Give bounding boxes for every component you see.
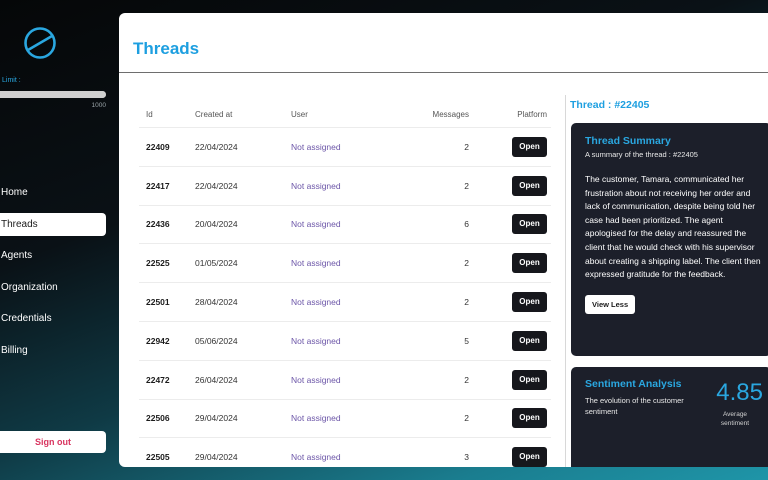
cell-id: 22505 — [146, 452, 170, 463]
cell-platform: Open — [469, 292, 551, 313]
cell-platform: Open — [469, 136, 551, 157]
cell-messages: 2 — [464, 180, 469, 191]
open-button[interactable]: Open — [512, 136, 547, 157]
panel-divider — [565, 95, 566, 467]
limit-progress-fill — [0, 91, 106, 98]
cell-user: Not assigned — [291, 452, 341, 463]
sign-out-button[interactable]: Sign out — [0, 431, 106, 453]
thread-detail-title: Thread : #22405 — [570, 99, 650, 111]
cell-user: Not assigned — [291, 258, 341, 269]
table-row[interactable]: 22501 28/04/2024 Not assigned 2 Open — [139, 283, 551, 322]
cell-platform: Open — [469, 175, 551, 196]
cell-messages: 5 — [464, 335, 469, 346]
cell-messages: 2 — [464, 141, 469, 152]
limit-max-value: 1000 — [91, 102, 106, 109]
cell-platform: Open — [469, 253, 551, 274]
cell-messages: 2 — [464, 258, 469, 269]
cell-created: 01/05/2024 — [195, 258, 238, 269]
table-row[interactable]: 22942 05/06/2024 Not assigned 5 Open — [139, 322, 551, 361]
cell-platform: Open — [469, 369, 551, 390]
cell-messages: 2 — [464, 413, 469, 424]
sidebar-item-home[interactable]: Home — [0, 181, 106, 204]
limit-label: Limit : — [2, 77, 21, 84]
cell-platform: Open — [469, 447, 551, 467]
main-panel: Threads Id Created at User Messages Plat… — [119, 13, 768, 467]
table-row[interactable]: 22506 29/04/2024 Not assigned 2 Open — [139, 400, 551, 439]
cell-created: 28/04/2024 — [195, 297, 238, 308]
cell-user: Not assigned — [291, 141, 341, 152]
cell-created: 22/04/2024 — [195, 141, 238, 152]
page-header: Threads — [119, 13, 768, 73]
cell-created: 20/04/2024 — [195, 219, 238, 230]
cell-id: 22436 — [146, 219, 170, 230]
cell-user: Not assigned — [291, 413, 341, 424]
table-row[interactable]: 22436 20/04/2024 Not assigned 6 Open — [139, 206, 551, 245]
sidebar: Limit : 1000 Home Threads Agents Organiz… — [0, 0, 118, 480]
cell-platform: Open — [469, 214, 551, 235]
table-row[interactable]: 22472 26/04/2024 Not assigned 2 Open — [139, 361, 551, 400]
table-row[interactable]: 22417 22/04/2024 Not assigned 2 Open — [139, 167, 551, 206]
thread-summary-card: Thread Summary A summary of the thread :… — [571, 123, 768, 356]
cell-created: 29/04/2024 — [195, 452, 238, 463]
threads-table: Id Created at User Messages Platform 224… — [139, 102, 551, 467]
cell-id: 22506 — [146, 413, 170, 424]
cell-messages: 2 — [464, 297, 469, 308]
table-row[interactable]: 22409 22/04/2024 Not assigned 2 Open — [139, 128, 551, 167]
column-header-created[interactable]: Created at — [195, 110, 291, 119]
cell-id: 22501 — [146, 297, 170, 308]
open-button[interactable]: Open — [512, 253, 547, 274]
limit-progress-bar — [0, 91, 106, 98]
cell-id: 22472 — [146, 374, 170, 385]
cell-messages: 2 — [464, 374, 469, 385]
column-header-messages[interactable]: Messages — [383, 110, 469, 119]
sidebar-item-credentials[interactable]: Credentials — [0, 307, 106, 330]
thread-summary-subtitle: A summary of the thread : #22405 — [585, 150, 698, 159]
cell-created: 05/06/2024 — [195, 335, 238, 346]
sidebar-item-billing[interactable]: Billing — [0, 339, 106, 362]
thread-summary-text: The customer, Tamara, communicated her f… — [585, 174, 761, 280]
sidebar-item-agents[interactable]: Agents — [0, 244, 106, 267]
table-row[interactable]: 22505 29/04/2024 Not assigned 3 Open — [139, 438, 551, 467]
cell-id: 22942 — [146, 335, 170, 346]
cell-platform: Open — [469, 330, 551, 351]
open-button[interactable]: Open — [512, 369, 547, 390]
cell-created: 22/04/2024 — [195, 180, 238, 191]
sidebar-item-organization[interactable]: Organization — [0, 276, 106, 299]
sentiment-analysis-card: Sentiment Analysis The evolution of the … — [571, 367, 768, 467]
cell-id: 22525 — [146, 258, 170, 269]
cell-id: 22417 — [146, 180, 170, 191]
table-body: 22409 22/04/2024 Not assigned 2 Open 22417 22/… — [139, 128, 551, 467]
open-button[interactable]: Open — [512, 330, 547, 351]
open-button[interactable]: Open — [512, 214, 547, 235]
sidebar-nav: Home Threads Agents Organization Credent… — [0, 181, 106, 370]
cell-user: Not assigned — [291, 297, 341, 308]
cell-messages: 6 — [464, 219, 469, 230]
page-title: Threads — [133, 39, 200, 58]
column-header-user[interactable]: User — [291, 110, 383, 119]
cell-id: 22409 — [146, 141, 170, 152]
open-button[interactable]: Open — [512, 175, 547, 196]
cell-user: Not assigned — [291, 219, 341, 230]
open-button[interactable]: Open — [512, 292, 547, 313]
cell-user: Not assigned — [291, 374, 341, 385]
table-header: Id Created at User Messages Platform — [139, 102, 551, 128]
sentiment-value: 4.85 — [716, 379, 763, 406]
open-button[interactable]: Open — [512, 408, 547, 429]
thread-summary-title: Thread Summary — [585, 135, 671, 147]
column-header-platform[interactable]: Platform — [469, 110, 551, 119]
cell-user: Not assigned — [291, 180, 341, 191]
sentiment-description: The evolution of the customer sentiment — [585, 396, 684, 416]
cell-created: 26/04/2024 — [195, 374, 238, 385]
sentiment-value-label: Average sentiment — [720, 411, 750, 427]
table-row[interactable]: 22525 01/05/2024 Not assigned 2 Open — [139, 244, 551, 284]
view-less-button[interactable]: View Less — [585, 294, 636, 314]
sidebar-item-threads[interactable]: Threads — [0, 212, 106, 236]
cell-created: 29/04/2024 — [195, 413, 238, 424]
cell-platform: Open — [469, 408, 551, 429]
cell-user: Not assigned — [291, 335, 341, 346]
globe-slash-logo-icon[interactable] — [23, 26, 57, 60]
open-button[interactable]: Open — [512, 447, 547, 467]
column-header-id[interactable]: Id — [139, 110, 195, 119]
cell-messages: 3 — [464, 452, 469, 463]
